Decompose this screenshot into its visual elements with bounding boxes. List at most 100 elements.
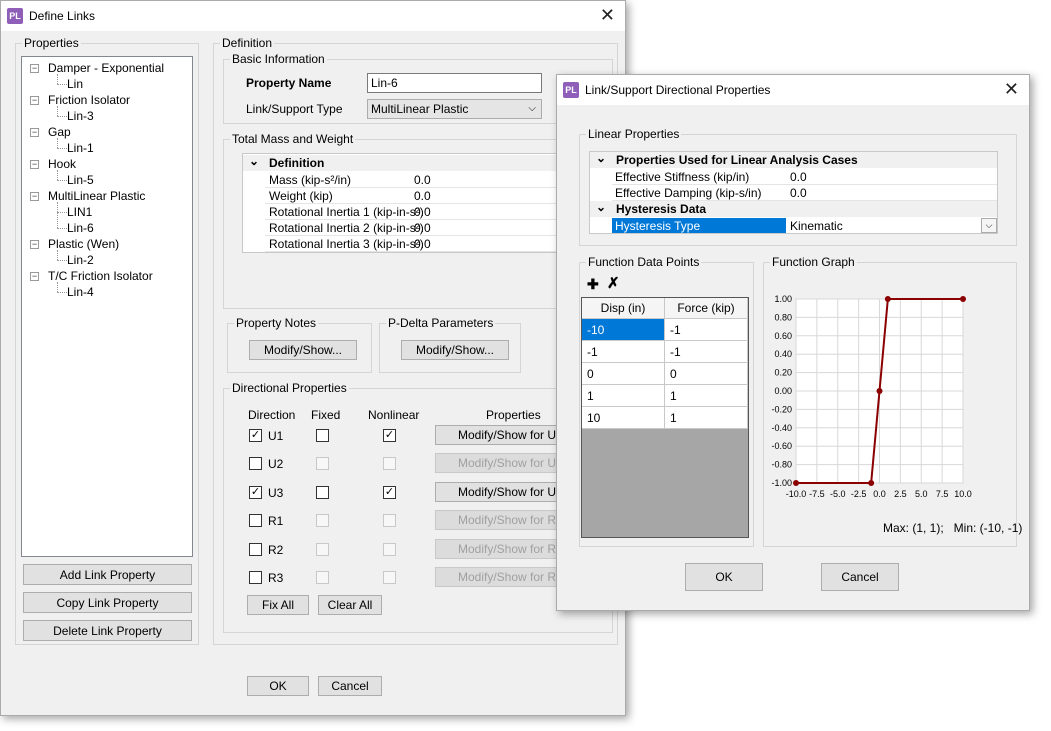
- direction-label: U1: [268, 429, 284, 443]
- close-icon[interactable]: ✕: [600, 6, 615, 24]
- tree-group-label[interactable]: T/C Friction Isolator: [48, 269, 153, 283]
- table-cell-disp[interactable]: -1: [582, 341, 665, 363]
- table-cell-force[interactable]: 1: [665, 385, 748, 407]
- clear-all-button[interactable]: Clear All: [318, 595, 382, 615]
- table-header-disp: Disp (in): [582, 298, 665, 319]
- tree-leaf-item[interactable]: LIN1: [67, 205, 92, 219]
- damping-row[interactable]: Effective Damping (kip-s/in) 0.0: [612, 185, 997, 201]
- direction-checkbox[interactable]: [249, 457, 262, 471]
- mass-row[interactable]: Rotational Inertia 3 (kip-in-s²) 0.0: [265, 236, 571, 252]
- direction-checkbox[interactable]: [249, 542, 262, 556]
- fix-all-button[interactable]: Fix All: [247, 595, 309, 615]
- tree-leaf-item[interactable]: Lin-3: [67, 109, 94, 123]
- table-cell-force[interactable]: 0: [665, 363, 748, 385]
- direction-checkbox[interactable]: ✓: [249, 485, 262, 499]
- nonlinear-checkbox: [383, 542, 396, 556]
- mass-row[interactable]: Rotational Inertia 2 (kip-in-s²) 0.0: [265, 220, 571, 236]
- add-row-icon[interactable]: ✚: [587, 276, 599, 293]
- fixed-checkbox: [316, 514, 329, 528]
- collapse-box-icon[interactable]: −: [30, 128, 39, 137]
- x-tick-label: 0.0: [873, 489, 886, 499]
- fixed-checkbox[interactable]: [316, 485, 329, 499]
- table-cell-force[interactable]: -1: [665, 341, 748, 363]
- cancel-button[interactable]: Cancel: [318, 676, 382, 696]
- delete-link-property-button[interactable]: Delete Link Property: [23, 620, 192, 641]
- tree-leaf-item[interactable]: Lin: [67, 77, 83, 91]
- mass-row[interactable]: Rotational Inertia 1 (kip-in-s²) 0.0: [265, 204, 571, 220]
- tree-leaf-item[interactable]: Lin-6: [67, 221, 94, 235]
- link-type-value: MultiLinear Plastic: [371, 102, 469, 116]
- fixed-checkbox[interactable]: [316, 429, 329, 442]
- collapse-box-icon[interactable]: −: [30, 160, 39, 169]
- mass-row[interactable]: Mass (kip-s²/in) 0.0: [265, 172, 571, 188]
- function-graph-label: Function Graph: [770, 255, 857, 269]
- add-link-property-button[interactable]: Add Link Property: [23, 564, 192, 585]
- direction-checkbox[interactable]: [249, 514, 262, 528]
- hysteresis-row[interactable]: Hysteresis Type Kinematic ⌵: [612, 218, 997, 233]
- x-tick-label: -7.5: [809, 489, 825, 499]
- tree-leaf-item[interactable]: Lin-1: [67, 141, 94, 155]
- direction-checkbox[interactable]: [249, 571, 262, 584]
- nonlinear-checkbox[interactable]: ✓: [383, 429, 396, 442]
- tree-group-label[interactable]: Plastic (Wen): [48, 237, 119, 251]
- pdelta-button[interactable]: Modify/Show...: [401, 340, 509, 360]
- table-cell-force[interactable]: 1: [665, 407, 748, 429]
- property-tree[interactable]: − Damper - Exponential Lin − Friction Isolat…: [21, 56, 193, 557]
- table-cell-force[interactable]: -1: [665, 319, 748, 341]
- mass-row-label: Mass (kip-s²/in): [269, 173, 352, 187]
- collapse-box-icon[interactable]: −: [30, 240, 39, 249]
- tree-leaf-item[interactable]: Lin-5: [67, 173, 94, 187]
- x-tick-label: -2.5: [851, 489, 867, 499]
- hysteresis-dropdown[interactable]: ⌵: [981, 218, 997, 233]
- modify-show-direction-button: Modify/Show for R1...: [435, 510, 559, 531]
- mass-grid-header[interactable]: ⌄ Definition: [243, 154, 571, 171]
- x-tick-label: -10.0: [786, 489, 807, 499]
- table-cell-disp[interactable]: -10: [582, 319, 665, 341]
- linear-section-header[interactable]: ⌄ Properties Used for Linear Analysis Ca…: [590, 152, 997, 168]
- dialog-ok-button[interactable]: OK: [685, 563, 763, 591]
- collapse-box-icon[interactable]: −: [30, 192, 39, 201]
- ok-button[interactable]: OK: [247, 676, 309, 696]
- collapse-box-icon[interactable]: −: [30, 96, 39, 105]
- nonlinear-checkbox[interactable]: ✓: [383, 485, 396, 499]
- data-point-marker: [868, 480, 875, 486]
- fixed-checkbox: [316, 457, 329, 471]
- collapse-box-icon[interactable]: −: [30, 272, 39, 281]
- property-name-input[interactable]: Lin-6: [367, 73, 542, 93]
- mass-row[interactable]: Weight (kip) 0.0: [265, 188, 571, 204]
- stiffness-row[interactable]: Effective Stiffness (kip/in) 0.0: [612, 169, 997, 185]
- x-tick-label: 5.0: [915, 489, 928, 499]
- tree-group-label[interactable]: Gap: [48, 125, 71, 139]
- modify-show-direction-button: Modify/Show for R3...: [435, 567, 559, 587]
- tree-group-label[interactable]: Damper - Exponential: [48, 61, 164, 75]
- collapse-chevron-icon[interactable]: ⌄: [596, 152, 606, 165]
- chevron-down-icon: ⌵: [528, 103, 536, 114]
- modify-show-direction-button[interactable]: Modify/Show for U1...: [435, 425, 559, 445]
- x-tick-label: 10.0: [954, 489, 972, 499]
- direction-checkbox[interactable]: ✓: [249, 429, 262, 442]
- tree-group-label[interactable]: Friction Isolator: [48, 93, 130, 107]
- x-tick-label: 2.5: [894, 489, 907, 499]
- total-mass-label: Total Mass and Weight: [230, 132, 356, 146]
- dialog-cancel-button[interactable]: Cancel: [821, 563, 899, 591]
- mass-row-label: Rotational Inertia 2 (kip-in-s²): [269, 221, 424, 235]
- tree-connector: [57, 228, 67, 229]
- table-cell-disp[interactable]: 1: [582, 385, 665, 407]
- nonlinear-checkbox: [383, 571, 396, 584]
- hysteresis-section-header[interactable]: ⌄ Hysteresis Data: [590, 200, 997, 217]
- collapse-chevron-icon[interactable]: ⌄: [596, 200, 606, 214]
- tree-group-label[interactable]: MultiLinear Plastic: [48, 189, 145, 203]
- table-cell-disp[interactable]: 0: [582, 363, 665, 385]
- collapse-chevron-icon[interactable]: ⌄: [249, 154, 259, 168]
- collapse-box-icon[interactable]: −: [30, 64, 39, 73]
- tree-leaf-item[interactable]: Lin-4: [67, 285, 94, 299]
- delete-row-icon[interactable]: ✗: [607, 274, 620, 292]
- link-type-select[interactable]: MultiLinear Plastic ⌵: [367, 99, 542, 119]
- tree-leaf-item[interactable]: Lin-2: [67, 253, 94, 267]
- copy-link-property-button[interactable]: Copy Link Property: [23, 592, 192, 613]
- property-notes-button[interactable]: Modify/Show...: [249, 340, 357, 360]
- modify-show-direction-button[interactable]: Modify/Show for U3...: [435, 481, 559, 502]
- table-cell-disp[interactable]: 10: [582, 407, 665, 429]
- tree-group-label[interactable]: Hook: [48, 157, 76, 171]
- close-icon[interactable]: ✕: [1004, 80, 1019, 98]
